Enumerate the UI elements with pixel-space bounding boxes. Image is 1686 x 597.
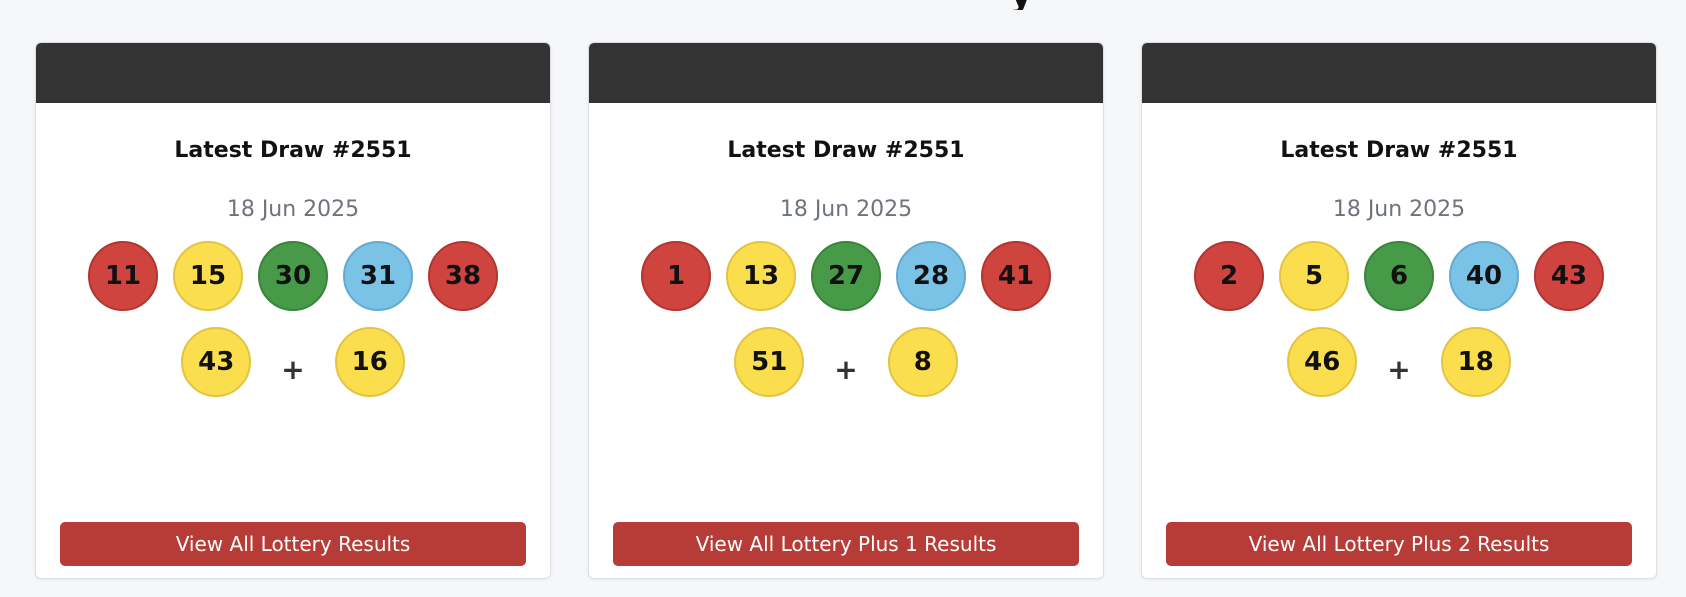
balls-row: 11 15 30 31 38: [36, 241, 550, 311]
balls-row: 2 5 6 40 43: [1142, 241, 1656, 311]
balls-row: 46 + 18: [1142, 327, 1656, 397]
lottery-ball: 13: [726, 241, 796, 311]
card-header: [36, 43, 550, 103]
draw-title: Latest Draw #2551: [174, 138, 412, 163]
bonus-ball: 8: [887, 327, 958, 397]
draw-date: 18 Jun 2025: [226, 197, 360, 222]
results-cards: Latest Draw #2551 18 Jun 2025 11 15 30 3…: [35, 42, 1657, 579]
balls-row: 43 + 16: [36, 327, 550, 397]
lottery-ball: 30: [258, 241, 328, 311]
lottery-ball: 11: [88, 241, 158, 311]
card-header: [1142, 43, 1656, 103]
plus-sign: +: [834, 352, 858, 386]
balls-row: 51 + 8: [589, 327, 1103, 397]
page-heading-text: y: [1010, 0, 1046, 10]
lottery-ball: 15: [173, 241, 243, 311]
lottery-ball: 1: [641, 241, 711, 311]
lottery-card: Latest Draw #2551 18 Jun 2025 2 5 6 40 4…: [1141, 42, 1657, 579]
view-results-button[interactable]: View All Lottery Plus 2 Results: [1166, 522, 1632, 566]
draw-title: Latest Draw #2551: [727, 138, 965, 163]
view-results-button[interactable]: View All Lottery Results: [60, 522, 526, 566]
page-heading: y: [1010, 0, 1046, 10]
draw-date: 18 Jun 2025: [779, 197, 913, 222]
card-header: [589, 43, 1103, 103]
lottery-ball: 31: [343, 241, 413, 311]
lottery-card: Latest Draw #2551 18 Jun 2025 1 13 27 28…: [588, 42, 1104, 579]
lottery-ball: 2: [1194, 241, 1264, 311]
lottery-ball: 46: [1287, 327, 1358, 397]
lottery-ball: 6: [1364, 241, 1434, 311]
draw-date: 18 Jun 2025: [1332, 197, 1466, 222]
balls-row: 1 13 27 28 41: [589, 241, 1103, 311]
lottery-ball: 5: [1279, 241, 1349, 311]
lottery-ball: 28: [896, 241, 966, 311]
lottery-card: Latest Draw #2551 18 Jun 2025 11 15 30 3…: [35, 42, 551, 579]
lottery-ball: 40: [1449, 241, 1519, 311]
lottery-ball: 41: [981, 241, 1051, 311]
plus-sign: +: [1387, 352, 1411, 386]
bonus-ball: 16: [334, 327, 405, 397]
lottery-ball: 51: [734, 327, 805, 397]
view-results-button[interactable]: View All Lottery Plus 1 Results: [613, 522, 1079, 566]
plus-sign: +: [281, 352, 305, 386]
lottery-ball: 27: [811, 241, 881, 311]
lottery-ball: 38: [428, 241, 498, 311]
lottery-ball: 43: [181, 327, 252, 397]
lottery-ball: 43: [1534, 241, 1604, 311]
bonus-ball: 18: [1440, 327, 1511, 397]
draw-title: Latest Draw #2551: [1280, 138, 1518, 163]
